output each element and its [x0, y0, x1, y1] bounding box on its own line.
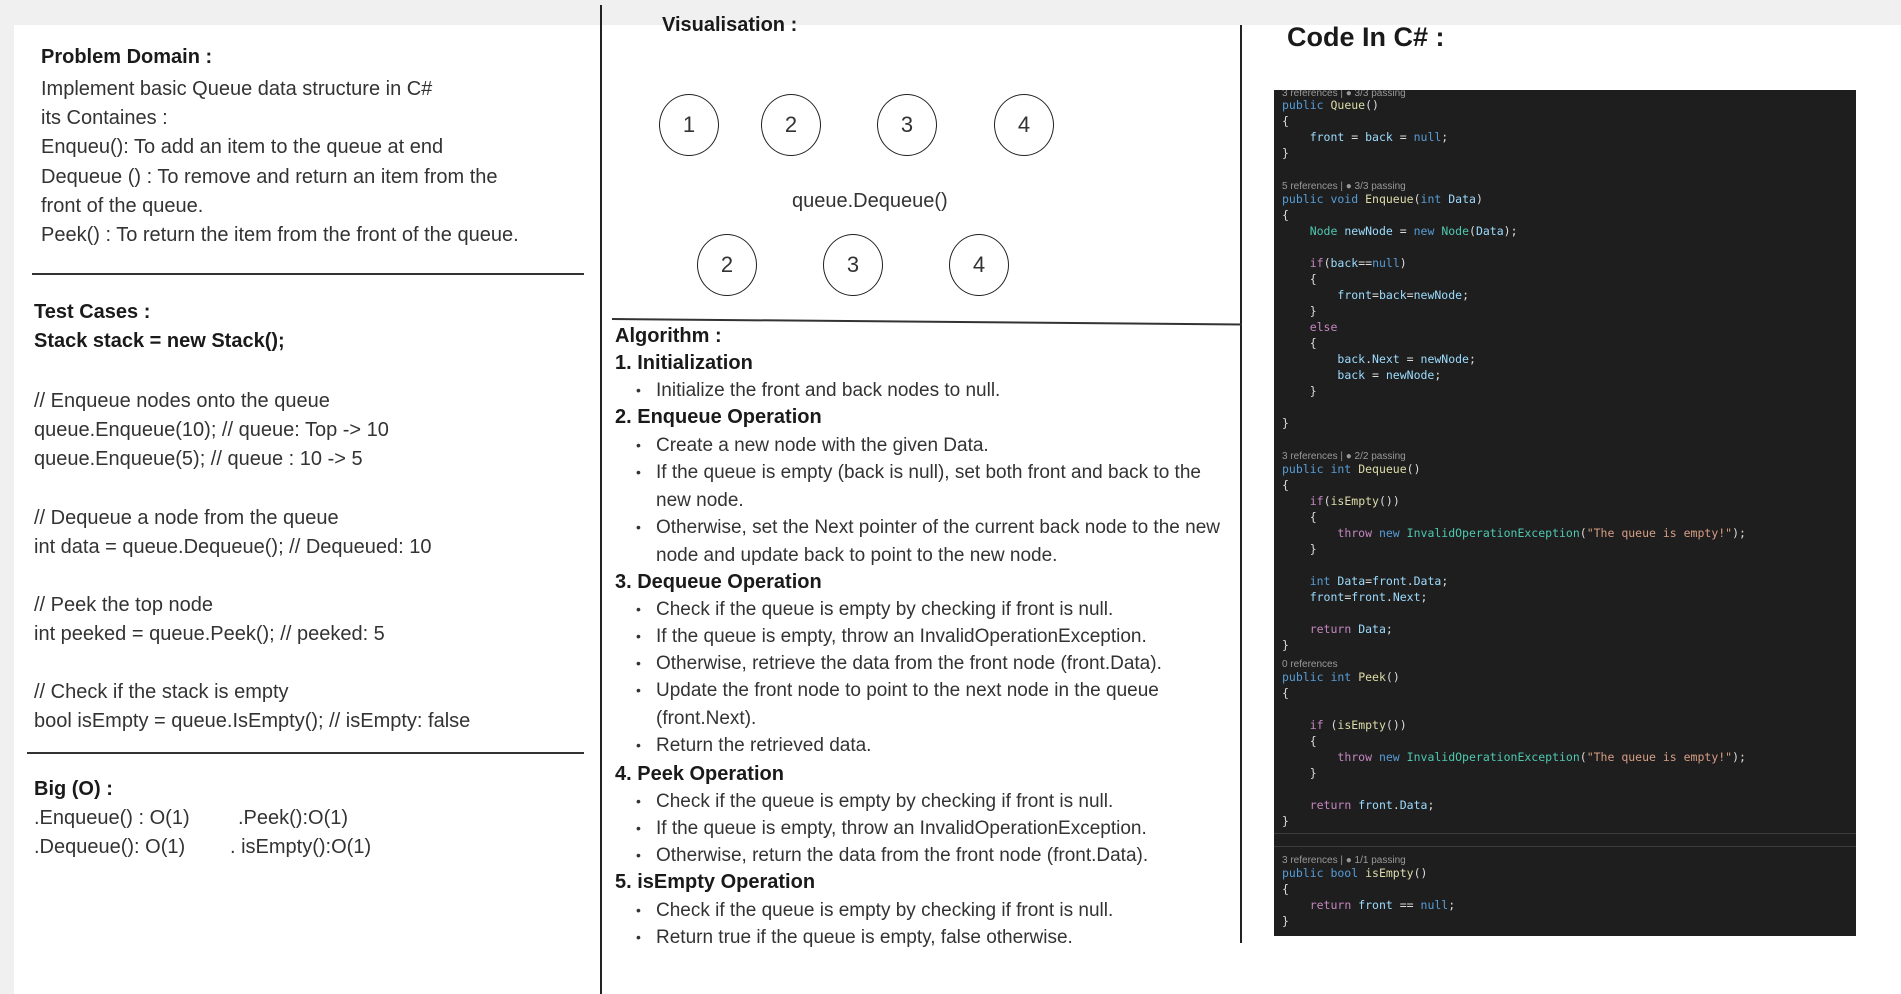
algorithm-step: Check if the queue is empty by checking …: [636, 788, 1236, 816]
big-o-peek: .Peek():O(1): [238, 807, 349, 829]
code-title: Code In C# :: [1287, 22, 1445, 52]
test-line: queue.Enqueue(10); // queue: Top -> 10: [34, 419, 389, 441]
exception-message: "The queue is empty!": [1586, 750, 1733, 764]
visualisation-title: Visualisation :: [662, 14, 798, 36]
algorithm-step: Check if the queue is empty by checking …: [636, 897, 1236, 925]
problem-line: its Containes :: [41, 107, 168, 130]
algorithm-step: Create a new node with the given Data.: [636, 432, 1236, 460]
algorithm-title: Algorithm :: [615, 325, 722, 347]
algorithm-step: Check if the queue is empty by checking …: [636, 596, 1236, 624]
problem-line: Enqueu(): To add an item to the queue at…: [41, 136, 444, 159]
queue-node: 4: [949, 234, 1009, 296]
test-cases-subtitle: Stack stack = new Stack();: [34, 330, 285, 352]
divider-left-1: [32, 273, 584, 275]
problem-line: Dequeue () : To remove and return an ite…: [41, 165, 498, 188]
problem-domain-text: Implement basic Queue data structure in …: [41, 75, 591, 250]
algorithm-step: If the queue is empty, throw an InvalidO…: [636, 815, 1236, 843]
problem-line: Implement basic Queue data structure in …: [41, 78, 433, 100]
big-o-isempty: . isEmpty():O(1): [230, 836, 372, 858]
divider-vertical-2: [1240, 25, 1242, 943]
divider-left-2: [27, 752, 584, 754]
test-line: bool isEmpty = queue.IsEmpty(); // isEmp…: [34, 710, 471, 732]
exception-message: "The queue is empty!": [1586, 526, 1733, 540]
algorithm-step: If the queue is empty, throw an InvalidO…: [636, 623, 1236, 651]
algorithm-step: Initialize the front and back nodes to n…: [636, 377, 1236, 405]
problem-line: Peek() : To return the item from the fro…: [41, 224, 519, 247]
code-screenshot: 3 references | ● 3/3 passing public Queu…: [1274, 90, 1856, 936]
queue-node: 3: [877, 94, 937, 156]
algorithm-step: Otherwise, set the Next pointer of the c…: [636, 514, 1236, 569]
test-line: int data = queue.Dequeue(); // Dequeued:…: [34, 536, 432, 558]
algorithm-heading: 1. Initialization: [615, 352, 753, 374]
algorithm-step: If the queue is empty (back is null), se…: [636, 459, 1236, 514]
algorithm-step: Update the front node to point to the ne…: [636, 677, 1236, 732]
dequeue-label: queue.Dequeue(): [792, 190, 948, 212]
problem-line: front of the queue.: [41, 194, 204, 217]
test-line: queue.Enqueue(5); // queue : 10 -> 5: [34, 448, 363, 470]
test-line: // Enqueue nodes onto the queue: [34, 390, 330, 412]
queue-node: 2: [761, 94, 821, 156]
algorithm-heading: 4. Peek Operation: [615, 763, 784, 785]
queue-node: 1: [659, 94, 719, 156]
queue-node: 2: [697, 234, 757, 296]
big-o-enqueue: .Enqueue() : O(1): [34, 807, 190, 829]
algorithm-step: Otherwise, return the data from the fron…: [636, 842, 1236, 870]
test-line: // Peek the top node: [34, 594, 214, 616]
problem-domain-title: Problem Domain :: [41, 46, 213, 68]
test-line: // Dequeue a node from the queue: [34, 507, 339, 529]
algorithm-heading: 3. Dequeue Operation: [615, 571, 822, 593]
big-o-dequeue: .Dequeue(): O(1): [34, 836, 186, 858]
algorithm-step: Otherwise, retrieve the data from the fr…: [636, 650, 1236, 678]
algorithm-heading: 2. Enqueue Operation: [615, 406, 822, 428]
queue-node: 3: [823, 234, 883, 296]
queue-node: 4: [994, 94, 1054, 156]
test-line: // Check if the stack is empty: [34, 681, 289, 703]
test-cases-title: Test Cases :: [34, 301, 151, 323]
big-o-title: Big (O) :: [34, 778, 113, 800]
divider-vertical-1: [600, 5, 602, 994]
algorithm-step: Return the retrieved data.: [636, 732, 1236, 760]
algorithm-heading: 5. isEmpty Operation: [615, 871, 816, 893]
test-line: int peeked = queue.Peek(); // peeked: 5: [34, 623, 385, 645]
algorithm-step: Return true if the queue is empty, false…: [636, 924, 1236, 952]
